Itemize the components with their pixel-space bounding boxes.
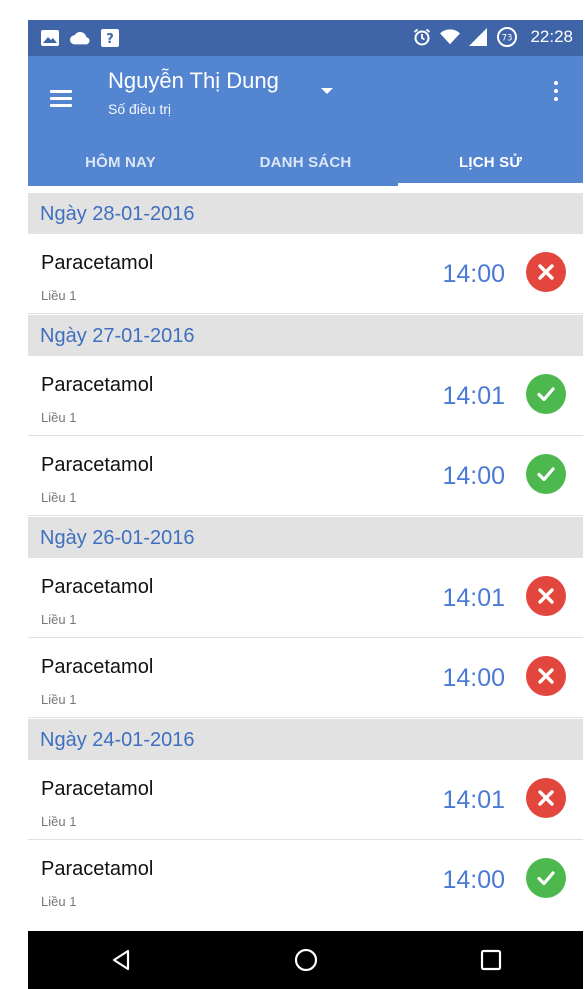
alarm-icon <box>412 27 432 47</box>
dose-time: 14:00 <box>442 260 505 288</box>
close-icon <box>526 576 566 616</box>
app-frame: ? 73 22:28 Nguyễn Thị Dung Số điều trị H… <box>28 20 583 989</box>
dose-label: Liều 1 <box>41 612 77 627</box>
close-icon <box>526 252 566 292</box>
status-bar: ? 73 22:28 <box>28 20 583 56</box>
app-bar: Nguyễn Thị Dung Số điều trị HÔM NAY DANH… <box>28 56 583 186</box>
wifi-icon <box>440 27 461 47</box>
back-icon[interactable] <box>91 931 151 989</box>
dose-time: 14:01 <box>442 584 505 612</box>
menu-icon[interactable] <box>50 88 74 108</box>
image-icon <box>40 28 60 48</box>
dose-time: 14:00 <box>442 664 505 692</box>
patient-subtitle: Số điều trị <box>108 101 172 117</box>
check-icon <box>526 454 566 494</box>
medicine-name: Paracetamol <box>41 374 154 396</box>
tab-bar: HÔM NAY DANH SÁCH LỊCH SỬ <box>28 140 583 186</box>
svg-text:?: ? <box>106 32 114 47</box>
dose-label: Liều 1 <box>41 894 77 909</box>
dose-label: Liều 1 <box>41 288 77 303</box>
signal-icon <box>468 27 488 47</box>
date-header: Ngày 28-01-2016 <box>28 192 583 234</box>
check-icon <box>526 858 566 898</box>
dose-time: 14:01 <box>442 786 505 814</box>
date-header: Ngày 26-01-2016 <box>28 516 583 558</box>
svg-text:73: 73 <box>502 34 513 44</box>
dose-time: 14:01 <box>442 382 505 410</box>
dose-label: Liều 1 <box>41 410 77 425</box>
medicine-name: Paracetamol <box>41 656 154 678</box>
close-icon <box>526 778 566 818</box>
dose-time: 14:00 <box>442 462 505 490</box>
check-icon <box>526 374 566 414</box>
help-icon: ? <box>100 28 120 48</box>
cloud-icon <box>70 28 90 48</box>
medicine-name: Paracetamol <box>41 858 154 880</box>
history-entry[interactable]: Paracetamol Liều 1 14:01 <box>28 558 583 638</box>
tab-history[interactable]: LỊCH SỬ <box>398 140 583 186</box>
dose-label: Liều 1 <box>41 814 77 829</box>
medicine-name: Paracetamol <box>41 252 154 274</box>
recents-icon[interactable] <box>461 931 521 989</box>
dose-label: Liều 1 <box>41 692 77 707</box>
date-header: Ngày 24-01-2016 <box>28 718 583 760</box>
history-entry[interactable]: Paracetamol Liều 1 14:00 <box>28 840 583 920</box>
close-icon <box>526 656 566 696</box>
dose-label: Liều 1 <box>41 490 77 505</box>
chevron-down-icon[interactable] <box>321 88 333 94</box>
history-entry[interactable]: Paracetamol Liều 1 14:01 <box>28 356 583 436</box>
medicine-name: Paracetamol <box>41 454 154 476</box>
history-entry[interactable]: Paracetamol Liều 1 14:00 <box>28 436 583 516</box>
patient-name[interactable]: Nguyễn Thị Dung <box>108 68 279 94</box>
dose-time: 14:00 <box>442 866 505 894</box>
history-entry[interactable]: Paracetamol Liều 1 14:01 <box>28 760 583 840</box>
home-icon[interactable] <box>276 931 336 989</box>
history-list: Ngày 28-01-2016 Paracetamol Liều 1 14:00 Ngà… <box>28 192 583 920</box>
battery-icon: 73 <box>496 27 518 47</box>
medicine-name: Paracetamol <box>41 576 154 598</box>
clock: 22:28 <box>530 27 573 46</box>
tab-list[interactable]: DANH SÁCH <box>213 140 398 186</box>
history-entry[interactable]: Paracetamol Liều 1 14:00 <box>28 234 583 314</box>
medicine-name: Paracetamol <box>41 778 154 800</box>
navigation-bar <box>28 931 583 989</box>
tab-today[interactable]: HÔM NAY <box>28 140 213 186</box>
history-entry[interactable]: Paracetamol Liều 1 14:00 <box>28 638 583 718</box>
date-header: Ngày 27-01-2016 <box>28 314 583 356</box>
more-vert-icon[interactable] <box>551 79 561 105</box>
